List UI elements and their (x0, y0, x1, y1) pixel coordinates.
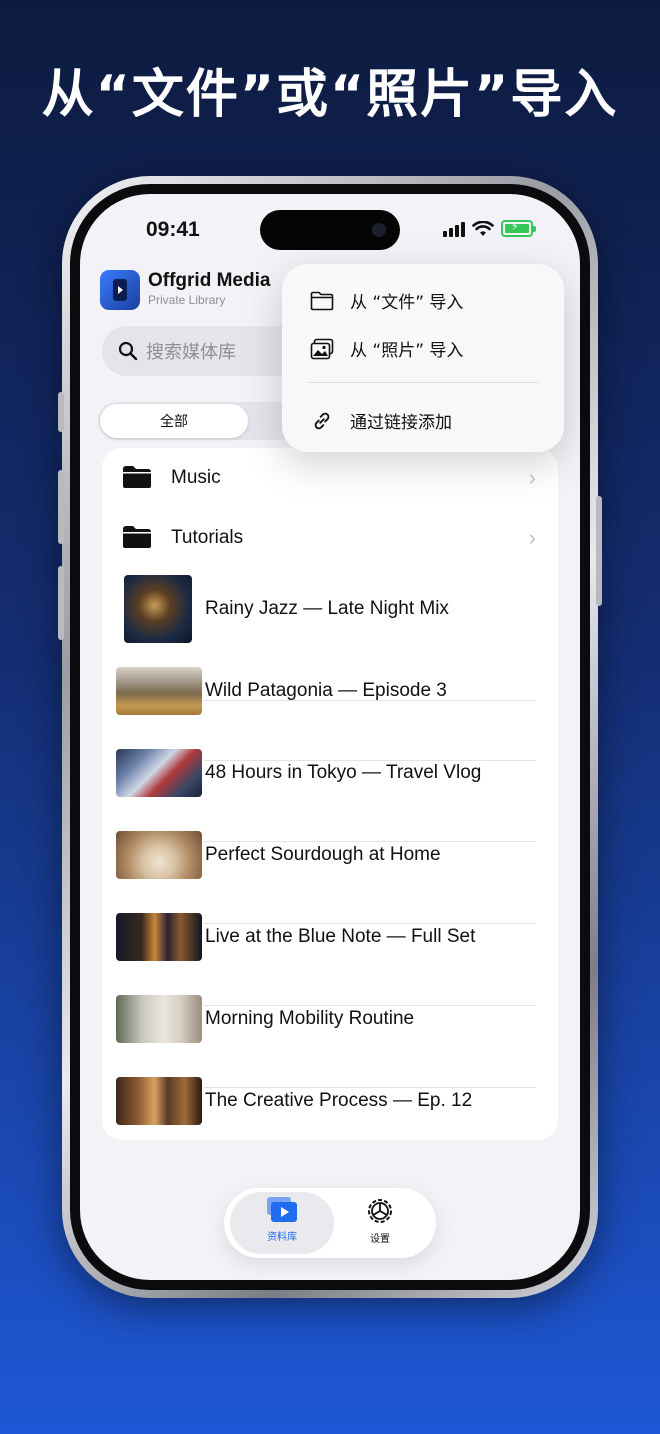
folder-icon (123, 526, 151, 548)
library-icon (267, 1197, 297, 1222)
import-from-photos-label: 从 “照片” 导入 (350, 341, 464, 361)
video-thumbnail (116, 995, 202, 1043)
folder-outline-icon (310, 291, 334, 310)
video-title: Live at the Blue Note — Full Set (205, 926, 476, 947)
status-time: 09:41 (146, 218, 200, 241)
video-title: Morning Mobility Routine (205, 1008, 415, 1029)
video-thumbnail (116, 1077, 202, 1125)
dynamic-island (260, 210, 400, 250)
promo-headline: 从“文件”或“照片”导入 (41, 65, 619, 125)
link-icon (314, 412, 330, 429)
video-thumbnail (116, 831, 202, 879)
app-subtitle: Private Library (148, 293, 226, 307)
video-thumbnail (116, 667, 202, 715)
chevron-right-icon: › (528, 465, 536, 490)
video-thumbnail (116, 913, 202, 961)
media-list: Music › Tutorials › Rainy Jazz — Late Ni… (102, 448, 558, 1140)
video-title: Rainy Jazz — Late Night Mix (205, 598, 449, 619)
import-menu: 从 “文件” 导入 从 “照片” 导入 通过链接添加 (282, 264, 564, 452)
folder-icon (123, 466, 151, 488)
video-title: Wild Patagonia — Episode 3 (205, 680, 447, 701)
cellular-signal-icon (443, 221, 465, 237)
video-thumbnail (124, 575, 192, 643)
action-button (58, 392, 64, 432)
import-from-files-item[interactable]: 从 “文件” 导入 (310, 288, 463, 313)
app-title: Offgrid Media (148, 270, 271, 291)
app-logo (100, 270, 140, 310)
video-title: Perfect Sourdough at Home (205, 844, 441, 865)
video-title: The Creative Process — Ep. 12 (205, 1090, 473, 1111)
folder-name: Tutorials (171, 527, 244, 548)
folder-name: Music (171, 467, 221, 488)
video-thumbnail (116, 749, 202, 797)
add-via-link-item[interactable]: 通过链接添加 (310, 408, 452, 433)
volume-down-button (58, 566, 64, 640)
tab-settings[interactable]: 设置 (328, 1196, 432, 1245)
video-row[interactable]: Morning Mobility Routine (102, 978, 558, 1060)
video-row[interactable]: 48 Hours in Tokyo — Travel Vlog (102, 732, 558, 814)
volume-up-button (58, 470, 64, 544)
phone-screen: 09:41 ⚡ Offgrid Media Private Library 搜索… (80, 194, 580, 1280)
tab-library[interactable]: 资料库 (230, 1196, 334, 1243)
search-placeholder: 搜索媒体库 (146, 342, 236, 363)
photos-icon (310, 338, 334, 359)
folder-row-tutorials[interactable]: Tutorials › (102, 508, 558, 568)
gear-icon (368, 1199, 392, 1223)
camera-icon (372, 223, 386, 237)
video-row[interactable]: The Creative Process — Ep. 12 (102, 1060, 558, 1140)
search-icon (118, 341, 138, 361)
tab-bar: 资料库 设置 (224, 1188, 436, 1258)
power-button (596, 496, 602, 606)
tab-settings-label: 设置 (370, 1234, 390, 1245)
video-row[interactable]: Live at the Blue Note — Full Set (102, 896, 558, 978)
chevron-right-icon: › (528, 525, 536, 550)
video-row[interactable]: Rainy Jazz — Late Night Mix (102, 568, 558, 650)
import-from-files-label: 从 “文件” 导入 (350, 293, 464, 313)
tab-library-label: 资料库 (267, 1232, 297, 1243)
battery-icon: ⚡ (501, 220, 533, 237)
wifi-icon (472, 220, 494, 236)
status-icons: ⚡ (443, 220, 536, 237)
video-row[interactable]: Perfect Sourdough at Home (102, 814, 558, 896)
video-row[interactable]: Wild Patagonia — Episode 3 (102, 650, 558, 732)
menu-divider (308, 382, 538, 383)
bookmark-icon (113, 279, 127, 301)
segment-all[interactable]: 全部 (100, 404, 248, 438)
folder-row-music[interactable]: Music › (102, 448, 558, 508)
add-via-link-label: 通过链接添加 (350, 413, 452, 433)
video-title: 48 Hours in Tokyo — Travel Vlog (205, 762, 482, 783)
import-from-photos-item[interactable]: 从 “照片” 导入 (310, 336, 463, 361)
